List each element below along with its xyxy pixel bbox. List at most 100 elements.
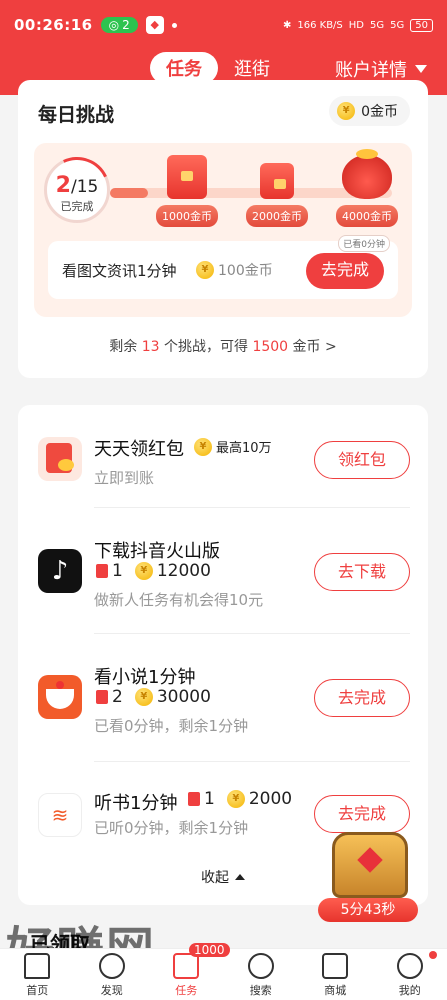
app-notification-icon: ◆ bbox=[145, 16, 164, 34]
nav-discover[interactable]: 发现 bbox=[75, 949, 150, 1000]
coin-icon: ¥ bbox=[196, 261, 214, 279]
red-envelope-icon bbox=[188, 792, 200, 806]
challenge-task-text: 看图文资讯1分钟 bbox=[62, 262, 177, 280]
item-envelopes: 1 bbox=[112, 561, 123, 581]
progress-count: 2/15 bbox=[47, 173, 107, 198]
notification-dot-icon bbox=[429, 951, 437, 959]
progress-label: 已完成 bbox=[60, 200, 94, 213]
complete-listen-button[interactable]: 去完成 bbox=[314, 795, 410, 833]
progress-current: 2 bbox=[55, 173, 71, 198]
remaining-prefix: 剩余 bbox=[109, 339, 138, 355]
progress-total: /15 bbox=[70, 177, 99, 197]
item-coins: 2000 bbox=[248, 789, 293, 809]
nav-search[interactable]: 搜索 bbox=[224, 949, 299, 1000]
daily-challenge-card: 每日挑战 ¥ 0金币 2/15 已完成 1000金币 2000金币 4000金币… bbox=[18, 80, 428, 378]
coin-icon: ¥ bbox=[194, 437, 212, 456]
item-coins: 30000 bbox=[156, 687, 211, 707]
heart-icon bbox=[357, 847, 383, 873]
discover-icon bbox=[98, 953, 125, 979]
challenge-complete-button[interactable]: 去完成 bbox=[306, 253, 384, 289]
search-icon bbox=[247, 953, 274, 979]
item-coins: 12000 bbox=[156, 561, 211, 581]
task-list-card: 天天领红包 ¥ 最高10万 立即到账 领红包 ♪ 下载抖音火山版 1 ¥ 120… bbox=[18, 405, 428, 905]
chevron-up-icon bbox=[235, 874, 245, 880]
listen-book-icon: ≋ bbox=[38, 793, 82, 837]
list-item: ♪ 下载抖音火山版 1 ¥ 12000 做新人任务有机会得10元 去下载 bbox=[18, 535, 428, 615]
wifi-icon: ◎ bbox=[108, 18, 120, 32]
nav-task[interactable]: 任务 1000 bbox=[149, 943, 230, 1000]
coin-balance: 0金币 bbox=[361, 104, 398, 120]
complete-novel-button[interactable]: 去完成 bbox=[314, 679, 410, 717]
hotspot-count: 2 bbox=[122, 18, 130, 32]
collapse-label: 收起 bbox=[201, 870, 229, 886]
red-envelope-small-icon bbox=[260, 163, 294, 199]
claim-red-packet-button[interactable]: 领红包 bbox=[314, 441, 410, 479]
challenge-task-reward: ¥ 100金币 bbox=[196, 260, 273, 280]
item-subtitle: 做新人任务有机会得10元 bbox=[94, 591, 264, 609]
item-badge: ¥ 最高10万 bbox=[194, 437, 272, 456]
red-envelope-icon bbox=[96, 690, 108, 704]
watched-tag: 已看0分钟 bbox=[338, 235, 390, 252]
account-details-button[interactable]: 账户详情 bbox=[335, 56, 427, 82]
item-reward: 2 ¥ 30000 bbox=[96, 687, 211, 707]
nav-home[interactable]: 首页 bbox=[0, 949, 75, 1000]
progress-track-fill bbox=[110, 188, 148, 198]
item-envelopes: 1 bbox=[204, 789, 215, 809]
list-item: 看小说1分钟 2 ¥ 30000 已看0分钟，剩余1分钟 去完成 bbox=[18, 661, 428, 741]
item-subtitle: 已听0分钟，剩余1分钟 bbox=[94, 819, 249, 837]
item-reward: 1 ¥ 2000 bbox=[188, 789, 292, 809]
status-right: ✱ 166 KB/S HD 5G 5G 50 bbox=[282, 18, 433, 32]
challenge-progress-box: 2/15 已完成 1000金币 2000金币 4000金币 看图文资讯1分钟 ¥… bbox=[34, 143, 412, 317]
download-button[interactable]: 去下载 bbox=[314, 553, 410, 591]
challenge-task-row: 看图文资讯1分钟 ¥ 100金币 去完成 已看0分钟 bbox=[48, 235, 398, 299]
milestone-label: 2000金币 bbox=[246, 205, 308, 227]
hd-icon: HD bbox=[348, 19, 365, 31]
treasure-chest-icon bbox=[332, 832, 408, 898]
battery-icon: 50 bbox=[410, 18, 433, 32]
milestone-4000[interactable]: 4000金币 bbox=[332, 149, 402, 227]
item-reward: 1 ¥ 12000 bbox=[96, 561, 211, 581]
profile-icon bbox=[396, 953, 423, 979]
treasure-timer: 5分43秒 bbox=[318, 898, 418, 922]
hotspot-pill: ◎ 2 bbox=[100, 17, 138, 33]
home-icon bbox=[24, 953, 51, 979]
nav-label: 搜索 bbox=[249, 984, 272, 997]
divider bbox=[94, 761, 410, 762]
list-item: 天天领红包 ¥ 最高10万 立即到账 领红包 bbox=[18, 433, 428, 503]
nav-shop[interactable]: 商城 bbox=[298, 949, 373, 1000]
nav-label: 任务 bbox=[175, 984, 198, 997]
nav-profile[interactable]: 我的 bbox=[373, 949, 447, 1000]
milestone-label: 4000金币 bbox=[336, 205, 398, 227]
item-title: 天天领红包 bbox=[94, 439, 184, 460]
coin-icon: ¥ bbox=[134, 688, 153, 706]
item-subtitle: 立即到账 bbox=[94, 469, 155, 487]
progress-ring: 2/15 已完成 bbox=[34, 147, 120, 233]
status-time: 00:26:16 bbox=[14, 16, 93, 34]
chevron-down-icon bbox=[415, 65, 427, 73]
status-bar: 00:26:16 ◎ 2 ◆ ✱ 166 KB/S HD 5G 5G 50 bbox=[0, 0, 447, 50]
notification-dot-icon bbox=[171, 22, 177, 28]
milestone-label: 1000金币 bbox=[156, 205, 218, 227]
lucky-bag-icon bbox=[342, 149, 392, 199]
coin-balance-badge[interactable]: ¥ 0金币 bbox=[329, 96, 410, 126]
item-title: 听书1分钟 bbox=[94, 793, 178, 814]
remaining-challenges-link[interactable]: 剩余 13 个挑战，可得 1500 金币 > bbox=[18, 336, 428, 356]
account-details-label: 账户详情 bbox=[335, 60, 407, 81]
challenge-task-reward-value: 100金币 bbox=[218, 263, 273, 279]
milestone-1000[interactable]: 1000金币 bbox=[152, 155, 222, 227]
red-packet-icon bbox=[38, 437, 82, 481]
milestone-2000[interactable]: 2000金币 bbox=[242, 155, 312, 227]
item-title: 下载抖音火山版 bbox=[94, 541, 220, 562]
bluetooth-icon: ✱ bbox=[282, 19, 292, 31]
bottom-nav: 首页 发现 任务 1000 搜索 商城 我的 bbox=[0, 943, 447, 1000]
signal-icon-2: 5G bbox=[390, 19, 405, 31]
item-subtitle: 已看0分钟，剩余1分钟 bbox=[94, 717, 249, 735]
network-speed: 166 KB/S bbox=[297, 19, 343, 31]
coin-icon: ¥ bbox=[337, 102, 356, 120]
signal-icon-1: 5G bbox=[370, 19, 385, 31]
item-badge-text: 最高10万 bbox=[216, 441, 272, 456]
daily-challenge-title: 每日挑战 bbox=[38, 104, 115, 126]
remaining-count: 13 bbox=[141, 339, 160, 355]
treasure-chest-button[interactable]: 5分43秒 bbox=[318, 832, 418, 924]
red-envelope-icon bbox=[167, 155, 207, 199]
